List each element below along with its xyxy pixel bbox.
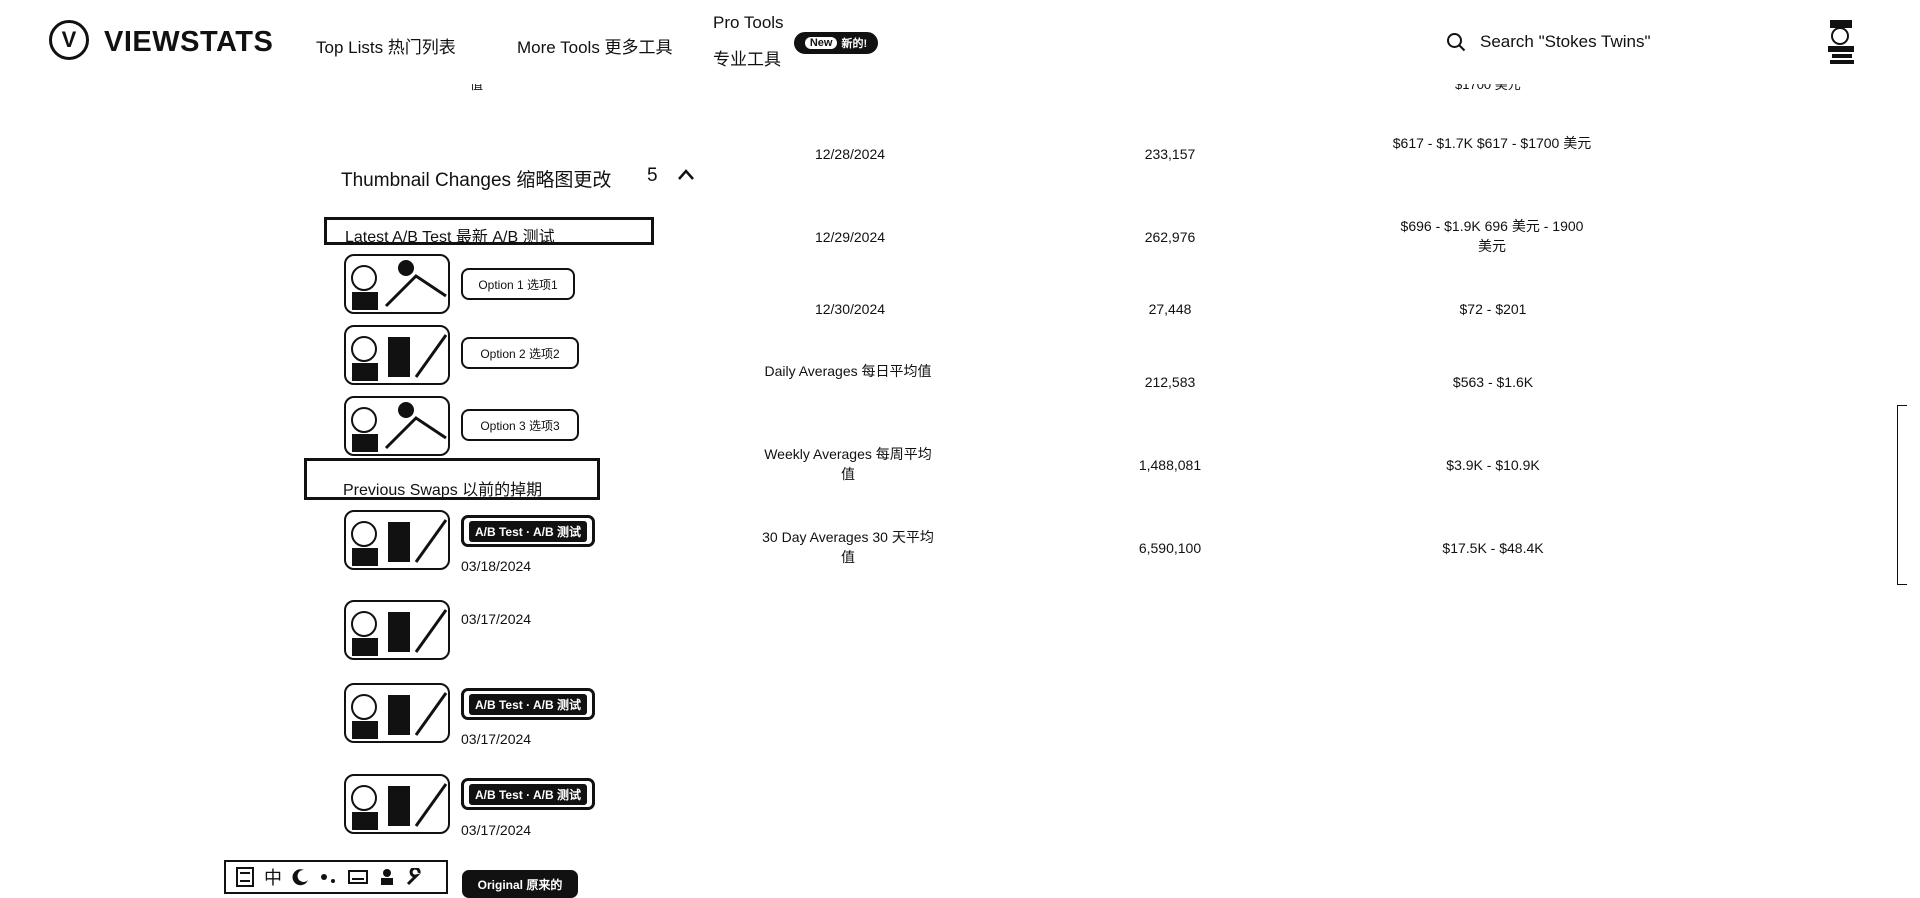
latest-ab-test-title: Latest A/B Test 最新 A/B 测试 bbox=[324, 217, 654, 246]
keyboard-icon[interactable] bbox=[348, 869, 368, 885]
ab-test-badge: A/B Test · A/B 测试 bbox=[461, 515, 595, 547]
scrollbar[interactable] bbox=[1897, 405, 1907, 585]
table-row-label: 30 Day Averages 30 天平均值 bbox=[762, 529, 934, 565]
thumbnail-image-icon bbox=[351, 692, 448, 739]
wrench-icon[interactable] bbox=[406, 868, 424, 886]
swap-date: 03/17/2024 bbox=[461, 611, 532, 627]
table-row-revenue: $617 - $1.7K $617 - $1700 美元 bbox=[1392, 135, 1592, 151]
thumbnail-image-icon bbox=[351, 783, 448, 830]
ime-logo-icon[interactable] bbox=[236, 867, 254, 887]
table-row-views: 233,157 bbox=[1144, 146, 1196, 162]
thumbnail-changes-title: Thumbnail Changes 缩略图更改 bbox=[341, 170, 612, 191]
table-row-revenue: $3.9K - $10.9K bbox=[1446, 457, 1540, 473]
chevron-up-icon[interactable] bbox=[676, 165, 696, 185]
swap-thumbnail[interactable] bbox=[344, 600, 450, 660]
table-row-views: 6,590,100 bbox=[1138, 540, 1202, 556]
thumbnail-changes-count: 5 bbox=[647, 165, 658, 186]
viewstats-logo-icon[interactable] bbox=[49, 20, 89, 60]
thumbnail-image-icon bbox=[351, 402, 447, 452]
user-avatar[interactable] bbox=[1820, 18, 1860, 66]
previous-swaps-title: Previous Swaps 以前的掉期 bbox=[304, 458, 600, 500]
search-input[interactable]: Search "Stokes Twins" bbox=[1480, 32, 1651, 52]
new-badge: New 新的! bbox=[794, 32, 878, 54]
table-row-revenue: $696 - $1.9K 696 美元 - 1900 美元 bbox=[1400, 218, 1584, 254]
new-badge-en: New bbox=[804, 37, 838, 49]
swap-date: 03/17/2024 bbox=[461, 822, 532, 838]
swap-thumbnail[interactable] bbox=[344, 683, 450, 743]
punctuation-icon[interactable] bbox=[320, 868, 338, 886]
table-row-label: Daily Averages 每日平均值 bbox=[764, 363, 932, 379]
nav-pro-tools-cn[interactable]: 专业工具 bbox=[713, 45, 781, 70]
nav-pro-tools-en[interactable]: Pro Tools bbox=[713, 13, 784, 33]
option-1-button[interactable]: Option 1 选项1 bbox=[461, 268, 575, 300]
ab-test-badge-text: A/B Test · A/B 测试 bbox=[468, 520, 587, 542]
ab-test-badge-text: A/B Test · A/B 测试 bbox=[468, 783, 587, 805]
table-row-revenue: $72 - $201 bbox=[1459, 301, 1527, 317]
thumbnail-image-icon bbox=[351, 334, 448, 381]
nav-more-tools[interactable]: More Tools 更多工具 bbox=[517, 33, 673, 58]
table-row-label: 12/29/2024 bbox=[814, 229, 886, 245]
option-2-thumbnail[interactable] bbox=[344, 325, 450, 385]
swap-thumbnail[interactable] bbox=[344, 510, 450, 570]
option-1-thumbnail[interactable] bbox=[344, 254, 450, 314]
user-icon[interactable] bbox=[378, 868, 396, 886]
ab-test-badge-text: A/B Test · A/B 测试 bbox=[468, 693, 587, 715]
ime-toolbar[interactable]: 中 bbox=[224, 860, 448, 894]
nav-top-lists[interactable]: Top Lists 热门列表 bbox=[316, 33, 456, 58]
table-row-views: 27,448 bbox=[1148, 301, 1192, 317]
table-row-revenue: $17.5K - $48.4K bbox=[1442, 540, 1544, 556]
option-3-thumbnail[interactable] bbox=[344, 396, 450, 456]
swap-date: 03/18/2024 bbox=[461, 558, 532, 574]
swap-thumbnail[interactable] bbox=[344, 774, 450, 834]
thumbnail-image-icon bbox=[351, 609, 448, 656]
table-row-label: 12/28/2024 bbox=[814, 146, 886, 162]
option-2-button[interactable]: Option 2 选项2 bbox=[461, 337, 579, 369]
thumbnail-image-icon bbox=[351, 519, 448, 566]
table-row-revenue: $563 - $1.6K bbox=[1452, 374, 1534, 390]
option-3-button[interactable]: Option 3 选项3 bbox=[461, 409, 579, 441]
ab-test-badge: A/B Test · A/B 测试 bbox=[461, 688, 595, 720]
table-row-label: Weekly Averages 每周平均值 bbox=[764, 446, 932, 482]
table-row-label: 12/30/2024 bbox=[814, 301, 886, 317]
swap-date: 03/17/2024 bbox=[461, 731, 532, 747]
search-icon[interactable] bbox=[1446, 32, 1466, 52]
thumbnail-image-icon bbox=[351, 260, 447, 310]
table-row-views: 212,583 bbox=[1144, 374, 1196, 390]
new-badge-cn: 新的! bbox=[841, 38, 868, 50]
ab-test-badge: A/B Test · A/B 测试 bbox=[461, 778, 595, 810]
top-header: VIEWSTATS Top Lists 热门列表 More Tools 更多工具… bbox=[0, 0, 1920, 84]
brand-name[interactable]: VIEWSTATS bbox=[104, 26, 273, 59]
original-badge: Original 原来的 bbox=[462, 870, 578, 898]
table-row-views: 1,488,081 bbox=[1138, 457, 1202, 473]
moon-icon[interactable] bbox=[292, 868, 310, 886]
table-row-views: 262,976 bbox=[1144, 229, 1196, 245]
ime-chinese-mode[interactable]: 中 bbox=[264, 864, 282, 890]
